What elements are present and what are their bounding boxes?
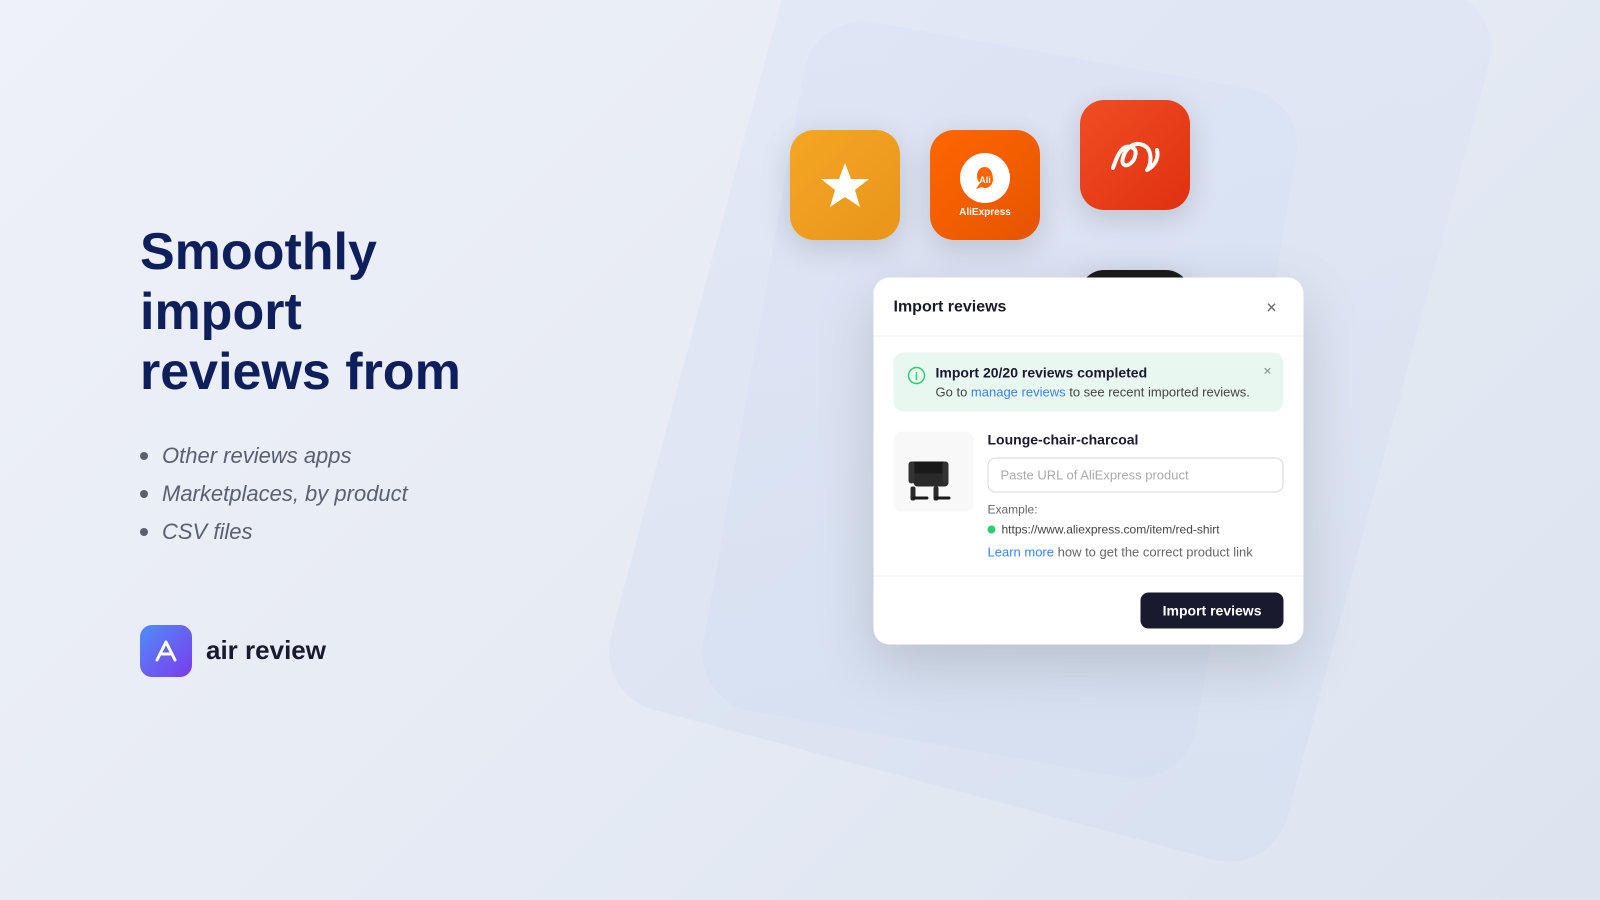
app-icons-area: Ali AliExpress a xyxy=(620,0,1600,900)
product-image xyxy=(894,432,974,512)
learn-more-link[interactable]: Learn more xyxy=(988,545,1054,560)
import-reviews-button[interactable]: Import reviews xyxy=(1141,593,1284,629)
manage-reviews-link[interactable]: manage reviews xyxy=(971,385,1066,400)
example-url: https://www.aliexpress.com/item/red-shir… xyxy=(988,523,1284,537)
cursive-app-icon xyxy=(1080,100,1190,210)
aliexpress-icon: Ali AliExpress xyxy=(930,130,1040,240)
modal-title: Import reviews xyxy=(894,299,1007,317)
notice-close-button[interactable]: × xyxy=(1263,363,1271,379)
bullet-dot xyxy=(140,490,148,498)
product-details: Lounge-chair-charcoal Example: https://w… xyxy=(988,432,1284,560)
logo-text: air review xyxy=(206,635,326,666)
green-dot xyxy=(988,526,996,534)
success-notice: Import 20/20 reviews completed Go to man… xyxy=(894,353,1284,412)
logo-section: air review xyxy=(140,625,540,677)
bullet-item-3: CSV files xyxy=(140,519,540,545)
page-content: Smoothly import reviews from Other revie… xyxy=(0,0,1600,900)
url-input[interactable] xyxy=(988,458,1284,493)
bullet-item-2: Marketplaces, by product xyxy=(140,481,540,507)
product-row: Lounge-chair-charcoal Example: https://w… xyxy=(894,432,1284,560)
modal-close-button[interactable]: × xyxy=(1260,296,1284,320)
notice-text: Import 20/20 reviews completed Go to man… xyxy=(936,365,1250,400)
bullet-dot xyxy=(140,452,148,460)
product-name: Lounge-chair-charcoal xyxy=(988,432,1284,448)
modal-footer: Import reviews xyxy=(874,576,1304,645)
left-section: Smoothly import reviews from Other revie… xyxy=(0,143,620,756)
bullet-dot xyxy=(140,528,148,536)
notice-title: Import 20/20 reviews completed xyxy=(936,365,1250,381)
learn-more-row: Learn more how to get the correct produc… xyxy=(988,545,1284,560)
trustoo-icon xyxy=(790,130,900,240)
air-review-logo-icon xyxy=(140,625,192,677)
right-section: Ali AliExpress a xyxy=(620,0,1600,900)
svg-text:Ali: Ali xyxy=(979,175,991,185)
info-icon xyxy=(908,367,926,385)
modal-body: Import 20/20 reviews completed Go to man… xyxy=(874,337,1304,576)
bullet-list: Other reviews apps Marketplaces, by prod… xyxy=(140,443,540,545)
import-reviews-modal: Import reviews × Impor xyxy=(874,278,1304,645)
headline: Smoothly import reviews from xyxy=(140,223,540,402)
notice-body: Go to manage reviews to see recent impor… xyxy=(936,385,1250,400)
example-label: Example: xyxy=(988,503,1284,517)
modal-header: Import reviews × xyxy=(874,278,1304,337)
bullet-item-1: Other reviews apps xyxy=(140,443,540,469)
